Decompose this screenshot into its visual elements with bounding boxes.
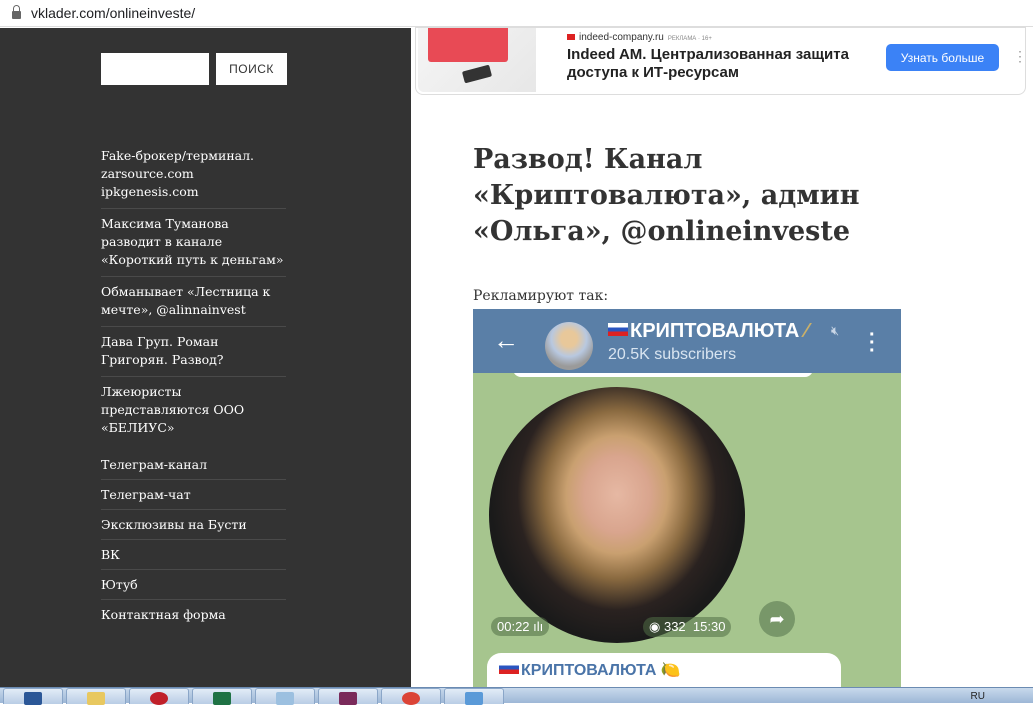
message-bubble: КРИПТОВАЛЮТА 🍋: [487, 653, 841, 687]
search-button[interactable]: ПОИСК: [216, 53, 287, 85]
more-options-icon[interactable]: ⋮: [1013, 48, 1027, 65]
link-contact-form[interactable]: Контактная форма: [101, 600, 286, 629]
subscriber-count: 20.5K subscribers: [608, 346, 737, 363]
share-icon: ➦: [759, 601, 795, 637]
ad-title[interactable]: Indeed AM. Централизованная защита досту…: [567, 46, 867, 82]
back-arrow-icon: ←: [493, 325, 519, 355]
link-telegram-channel[interactable]: Телеграм-канал: [101, 450, 286, 480]
eye-icon: ◉: [649, 619, 661, 634]
lock-icon: [12, 5, 21, 19]
ad-banner[interactable]: indeed-company.ru РЕКЛАМА · 16+ Indeed AM…: [415, 27, 1027, 95]
video-message: [489, 387, 745, 643]
link-boosty[interactable]: Эксклюзивы на Бусти: [101, 510, 286, 540]
taskbar-explorer[interactable]: [66, 688, 126, 705]
recent-post-link[interactable]: Дава Груп. Роман Григорян. Развод?: [101, 327, 286, 377]
recent-post-link[interactable]: Лжеюристы представляются ООО «БЕЛИУС»: [101, 377, 286, 444]
recent-post-link[interactable]: Fake-брокер/терминал. zarsource.com ipkg…: [101, 141, 286, 209]
taskbar: RU: [0, 687, 1033, 705]
address-bar[interactable]: vklader.com/onlineinveste/: [0, 0, 1033, 27]
lemon-emoji-icon: 🍋: [660, 662, 681, 679]
audio-bars-icon: ılı: [533, 619, 544, 634]
article-title: Развод! Канал «Криптовалюта», админ «Оль…: [473, 144, 860, 247]
link-telegram-chat[interactable]: Телеграм-чат: [101, 480, 286, 510]
channel-avatar: [545, 322, 593, 370]
ad-label: РЕКЛАМА · 16+: [667, 36, 712, 42]
url-text[interactable]: vklader.com/onlineinveste/: [31, 5, 195, 21]
channel-name: КРИПТОВАЛЮТА: [630, 320, 800, 342]
video-duration: 00:22 ılı: [491, 617, 550, 636]
recent-posts-list: Fake-брокер/терминал. zarsource.com ipkg…: [101, 141, 286, 444]
russia-flag-icon: [608, 323, 628, 336]
search-input[interactable]: [101, 53, 209, 85]
recent-post-link[interactable]: Обманывает «Лестница к мечте», @alinnain…: [101, 277, 286, 327]
social-links-list: Телеграм-канал Телеграм-чат Эксклюзивы н…: [101, 450, 286, 629]
taskbar-paint[interactable]: [255, 688, 315, 705]
taskbar-app[interactable]: [129, 688, 189, 705]
wand-icon: ⁄: [804, 320, 809, 342]
message-title: КРИПТОВАЛЮТА: [521, 662, 657, 679]
taskbar-chrome[interactable]: [381, 688, 441, 705]
link-vk[interactable]: ВК: [101, 540, 286, 570]
ad-logo-icon: [567, 34, 575, 40]
link-youtube[interactable]: Ютуб: [101, 570, 286, 600]
video-meta: ◉ 332 15:30: [643, 617, 732, 637]
ad-domain: indeed-company.ru: [579, 32, 664, 43]
kebab-menu-icon: · · ·: [869, 324, 876, 362]
ad-image: [418, 28, 536, 92]
russia-flag-icon: [499, 661, 519, 674]
mute-icon: 🔇︎: [831, 323, 840, 338]
language-indicator[interactable]: RU: [971, 691, 985, 702]
taskbar-app2[interactable]: [444, 688, 504, 705]
taskbar-excel[interactable]: [192, 688, 252, 705]
taskbar-word[interactable]: [3, 688, 63, 705]
recent-post-link[interactable]: Максима Туманова разводит в канале «Коро…: [101, 209, 286, 277]
taskbar-winrar[interactable]: [318, 688, 378, 705]
ad-learn-more-button[interactable]: Узнать больше: [886, 44, 999, 71]
telegram-header: ← КРИПТОВАЛЮТА ⁄ 20.5K subscribers 🔇︎ · ·…: [473, 309, 901, 373]
telegram-screenshot: ← КРИПТОВАЛЮТА ⁄ 20.5K subscribers 🔇︎ · ·…: [473, 309, 901, 687]
article-intro: Рекламируют так:: [473, 288, 609, 304]
